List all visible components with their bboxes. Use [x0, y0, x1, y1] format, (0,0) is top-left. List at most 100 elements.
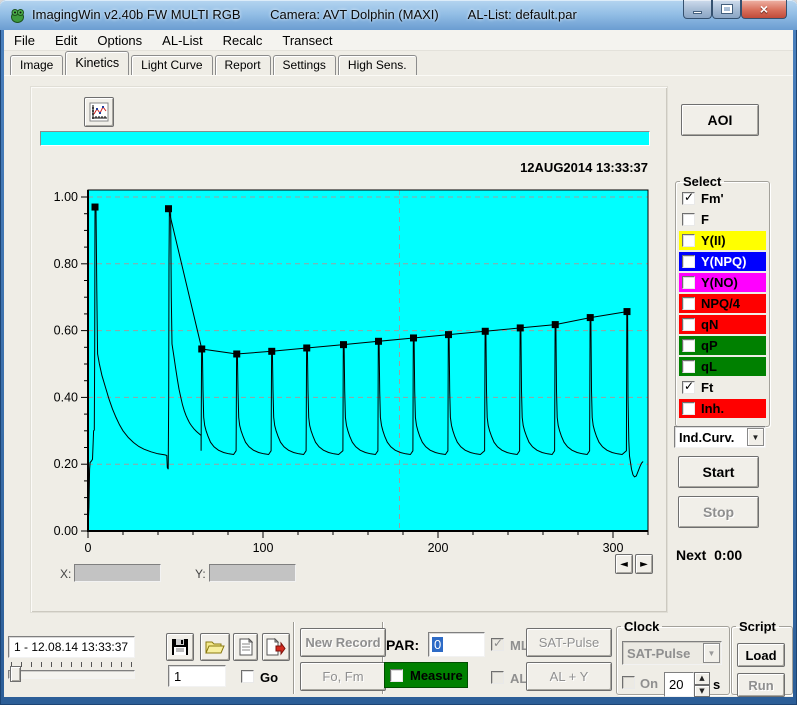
fo-fm-button[interactable]: Fo, Fm: [300, 662, 386, 691]
y-tick-label: 0.40: [54, 390, 78, 404]
select-checkbox-yii[interactable]: [682, 234, 695, 247]
minimize-button[interactable]: [683, 0, 712, 19]
maximize-button[interactable]: [712, 0, 741, 19]
plot-area[interactable]: [88, 190, 648, 531]
select-row-f[interactable]: F: [679, 210, 766, 229]
record-prev-button[interactable]: ◄: [615, 554, 633, 574]
select-checkbox-qn[interactable]: [682, 318, 695, 331]
select-row-ql[interactable]: qL: [679, 357, 766, 376]
select-row-yii[interactable]: Y(II): [679, 231, 766, 250]
select-checkbox-ft[interactable]: [682, 379, 695, 394]
clock-on-checkbox[interactable]: [622, 676, 635, 689]
select-checkbox-qp[interactable]: [682, 339, 695, 352]
clock-group: Clock SAT-Pulse ▼ On 20 ▲ ▼ s: [616, 619, 730, 697]
stop-button[interactable]: Stop: [678, 496, 759, 528]
go-label: Go: [260, 670, 279, 685]
clock-interval-spinner[interactable]: 20 ▲ ▼: [664, 672, 710, 697]
select-label: Fm': [701, 191, 724, 206]
par-input[interactable]: 0: [428, 632, 485, 657]
chart-timestamp: 12AUG2014 13:33:37: [520, 160, 648, 175]
menu-item-options[interactable]: Options: [87, 30, 152, 51]
kinetics-graph-icon: [89, 102, 109, 122]
new-record-button[interactable]: New Record: [300, 628, 386, 657]
record-slider-track[interactable]: [8, 670, 135, 679]
select-row-qn[interactable]: qN: [679, 315, 766, 334]
tab-report[interactable]: Report: [214, 55, 271, 75]
fm-marker: [410, 334, 417, 342]
measure-checkbox[interactable]: [390, 668, 403, 682]
x-tick-label: 200: [428, 541, 449, 555]
tab-kinetics[interactable]: Kinetics: [65, 51, 130, 75]
select-checkbox-npq4[interactable]: [682, 297, 695, 310]
al-checkbox[interactable]: [491, 671, 504, 684]
maximize-icon: [720, 4, 733, 14]
menu-item-recalc[interactable]: Recalc: [213, 30, 273, 51]
chevron-down-icon[interactable]: ▼: [703, 643, 720, 663]
open-record-button[interactable]: [200, 633, 230, 661]
spin-up-icon[interactable]: ▲: [694, 672, 710, 685]
measure-toggle[interactable]: Measure: [384, 662, 468, 688]
al-plus-y-button[interactable]: AL + Y: [526, 662, 612, 691]
clock-interval-unit: s: [713, 677, 721, 692]
fm-marker: [375, 337, 382, 345]
tab-image[interactable]: Image: [10, 55, 64, 75]
menu-item-al-list[interactable]: AL-List: [152, 30, 212, 51]
client-area: File Edit Options AL-List Recalc Transect Ima…: [4, 30, 793, 697]
x-tick-label: 100: [253, 541, 274, 555]
select-checkbox-ql[interactable]: [682, 360, 695, 373]
window-title: ImagingWin v2.40b FW MULTI RGB Camera: A…: [32, 7, 577, 22]
select-row-inh[interactable]: Inh.: [679, 399, 766, 418]
select-row-fm[interactable]: Fm': [679, 189, 766, 208]
menu-item-file[interactable]: File: [4, 30, 45, 51]
start-button[interactable]: Start: [678, 456, 759, 488]
graph-settings-button[interactable]: [84, 97, 114, 127]
x-tick-label: 0: [85, 541, 92, 555]
close-button[interactable]: ×: [741, 0, 787, 19]
record-title-field[interactable]: 1 - 12.08.14 13:33:37: [8, 636, 135, 658]
title-bar[interactable]: ImagingWin v2.40b FW MULTI RGB Camera: A…: [0, 0, 797, 30]
fm-marker: [445, 331, 452, 339]
script-run-button[interactable]: Run: [737, 673, 785, 697]
select-label: qL: [701, 359, 717, 374]
ml-checkbox[interactable]: [491, 636, 504, 651]
select-checkbox-yno[interactable]: [682, 276, 695, 289]
tab-high-sens-[interactable]: High Sens.: [337, 55, 417, 75]
record-slider-thumb[interactable]: [10, 666, 21, 682]
report-button[interactable]: [233, 633, 258, 661]
save-button[interactable]: [166, 633, 194, 661]
select-label: Inh.: [701, 401, 725, 416]
x-tick-label: 300: [603, 541, 624, 555]
record-number-field[interactable]: 1: [168, 665, 226, 687]
select-checkbox-inh[interactable]: [682, 402, 695, 415]
export-button[interactable]: [262, 633, 290, 661]
chevron-down-icon[interactable]: ▼: [747, 428, 764, 446]
select-checkbox-f[interactable]: [682, 213, 695, 226]
tab-settings[interactable]: Settings: [272, 55, 336, 75]
select-row-ynpq[interactable]: Y(NPQ): [679, 252, 766, 271]
clock-interval-value[interactable]: 20: [664, 672, 694, 697]
select-checkbox-ynpq[interactable]: [682, 255, 695, 268]
go-checkbox[interactable]: [241, 670, 254, 683]
progress-fill: [41, 132, 649, 145]
menu-item-transect[interactable]: Transect: [272, 30, 342, 51]
select-label: Y(II): [701, 233, 726, 248]
tab-bar: Image Kinetics Light Curve Report Settings Hi…: [10, 51, 419, 75]
tab-light-curve[interactable]: Light Curve: [131, 55, 213, 75]
sat-pulse-button[interactable]: SAT-Pulse: [526, 628, 612, 657]
select-row-qp[interactable]: qP: [679, 336, 766, 355]
select-row-ft[interactable]: Ft: [679, 378, 766, 397]
select-row-yno[interactable]: Y(NO): [679, 273, 766, 292]
script-load-button[interactable]: Load: [737, 643, 785, 667]
select-checkbox-fm[interactable]: [682, 190, 695, 205]
aoi-button[interactable]: AOI: [681, 104, 759, 136]
curve-type-select[interactable]: Ind.Curv. ▼: [674, 426, 766, 448]
record-next-button[interactable]: ►: [635, 554, 653, 574]
select-row-npq4[interactable]: NPQ/4: [679, 294, 766, 313]
caption-buttons: ×: [683, 0, 787, 19]
menu-item-edit[interactable]: Edit: [45, 30, 87, 51]
cursor-x-value: [74, 564, 161, 582]
spin-down-icon[interactable]: ▼: [694, 684, 710, 697]
select-panel: Select Fm' F Y(II) Y(NPQ) Y(NO) NPQ/4 qN qP qL Ft…: [675, 174, 770, 427]
select-label: qN: [701, 317, 719, 332]
clock-mode-select[interactable]: SAT-Pulse ▼: [622, 641, 722, 665]
